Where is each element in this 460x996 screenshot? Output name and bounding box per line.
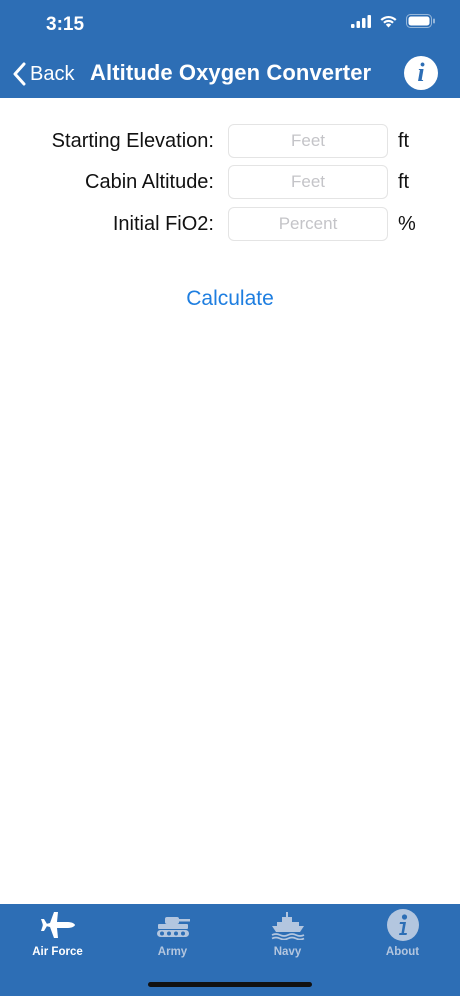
ship-icon bbox=[270, 908, 306, 942]
calculate-button[interactable]: Calculate bbox=[0, 287, 460, 311]
initial-fio2-unit: % bbox=[398, 213, 416, 235]
cabin-altitude-unit: ft bbox=[398, 171, 410, 193]
tank-icon bbox=[155, 908, 191, 942]
tab-navy-label: Navy bbox=[273, 946, 302, 958]
starting-elevation-input[interactable] bbox=[228, 124, 388, 158]
jet-icon bbox=[40, 908, 76, 942]
tab-army-label: Army bbox=[157, 946, 188, 958]
wifi-icon bbox=[380, 16, 397, 28]
page-title: Altitude Oxygen Converter bbox=[90, 60, 372, 85]
initial-fio2-input[interactable] bbox=[228, 207, 388, 241]
info-icon bbox=[386, 908, 420, 942]
info-button[interactable]: i bbox=[404, 56, 438, 90]
initial-fio2-row: Initial FiO2: % bbox=[0, 207, 460, 243]
tab-army[interactable]: Army bbox=[115, 904, 230, 966]
tab-air-force[interactable]: Air Force bbox=[0, 904, 115, 966]
back-label: Back bbox=[30, 62, 75, 85]
signal-icon bbox=[351, 14, 371, 28]
starting-elevation-row: Starting Elevation: ft bbox=[0, 124, 460, 160]
initial-fio2-label: Initial FiO2: bbox=[112, 213, 214, 235]
cabin-altitude-label: Cabin Altitude: bbox=[85, 171, 214, 193]
tab-about[interactable]: About bbox=[345, 904, 460, 966]
tab-air-force-label: Air Force bbox=[32, 946, 83, 958]
tab-about-label: About bbox=[385, 946, 420, 958]
home-indicator bbox=[148, 982, 312, 987]
starting-elevation-unit: ft bbox=[398, 130, 410, 152]
status-time: 3:15 bbox=[46, 14, 85, 35]
cabin-altitude-row: Cabin Altitude: ft bbox=[0, 165, 460, 201]
battery-icon bbox=[406, 14, 435, 28]
status-icons bbox=[351, 14, 436, 28]
info-icon: i bbox=[417, 58, 425, 87]
cabin-altitude-input[interactable] bbox=[228, 165, 388, 199]
back-button[interactable]: Back bbox=[12, 58, 74, 90]
chevron-left-icon bbox=[13, 62, 26, 86]
status-bar: 3:15 bbox=[0, 0, 460, 50]
navigation-bar: Back Altitude Oxygen Converter i bbox=[0, 50, 460, 98]
starting-elevation-label: Starting Elevation: bbox=[51, 130, 214, 152]
tab-navy[interactable]: Navy bbox=[230, 904, 345, 966]
